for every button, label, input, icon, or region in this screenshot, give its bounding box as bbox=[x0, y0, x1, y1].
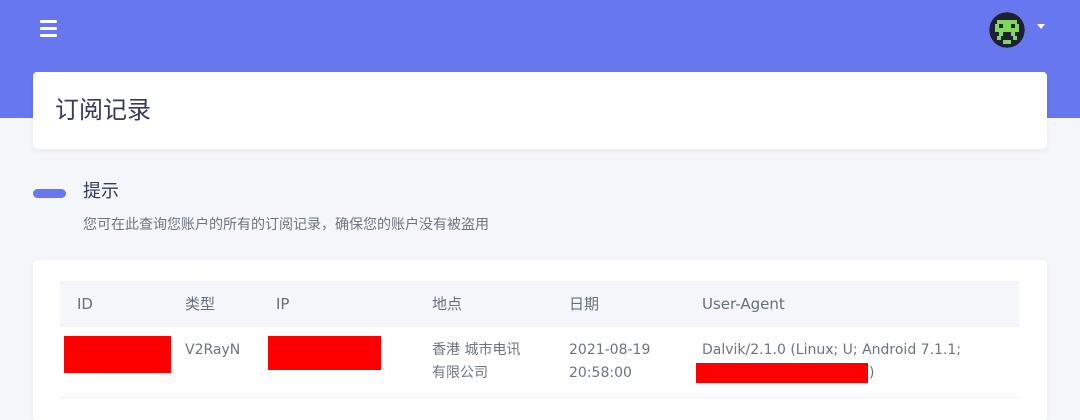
redacted-id bbox=[64, 336, 171, 373]
column-header-type[interactable]: 类型 bbox=[185, 293, 215, 315]
column-header-location[interactable]: 地点 bbox=[432, 293, 462, 315]
column-header-date[interactable]: 日期 bbox=[569, 293, 599, 315]
page-header-card: 订阅记录 bbox=[33, 72, 1047, 149]
column-header-user-agent[interactable]: User-Agent bbox=[702, 293, 785, 315]
row-user-agent-tail: ) bbox=[869, 365, 875, 381]
avatar-image bbox=[989, 12, 1025, 48]
row-date: 2021-08-19 bbox=[569, 342, 651, 358]
row-type: V2RayN bbox=[185, 342, 241, 358]
row-location-line2: 有限公司 bbox=[432, 365, 488, 381]
row-time: 20:58:00 bbox=[569, 365, 632, 381]
row-divider bbox=[60, 397, 1019, 398]
redacted-ip bbox=[268, 336, 381, 370]
tip-title: 提示 bbox=[83, 181, 119, 202]
page-title: 订阅记录 bbox=[55, 96, 151, 124]
caret-down-icon[interactable] bbox=[1037, 24, 1045, 29]
column-header-ip[interactable]: IP bbox=[276, 293, 289, 315]
pixel-avatar-icon[interactable] bbox=[989, 12, 1025, 48]
table-header: ID 类型 IP 地点 日期 User-Agent bbox=[60, 281, 1019, 327]
column-header-id[interactable]: ID bbox=[77, 293, 93, 315]
tip-accent-bar bbox=[33, 189, 66, 198]
tip-description: 您可在此查询您账户的所有的订阅记录，确保您的账户没有被盗用 bbox=[83, 217, 489, 233]
subscription-log-table-card: ID 类型 IP 地点 日期 User-Agent V2RayN 香港 城市电讯… bbox=[33, 260, 1047, 420]
row-location-line1: 香港 城市电讯 bbox=[432, 342, 521, 358]
row-user-agent: Dalvik/2.1.0 (Linux; U; Android 7.1.1; bbox=[702, 342, 961, 358]
redacted-user-agent bbox=[696, 363, 868, 383]
hamburger-menu-icon[interactable] bbox=[40, 20, 57, 37]
